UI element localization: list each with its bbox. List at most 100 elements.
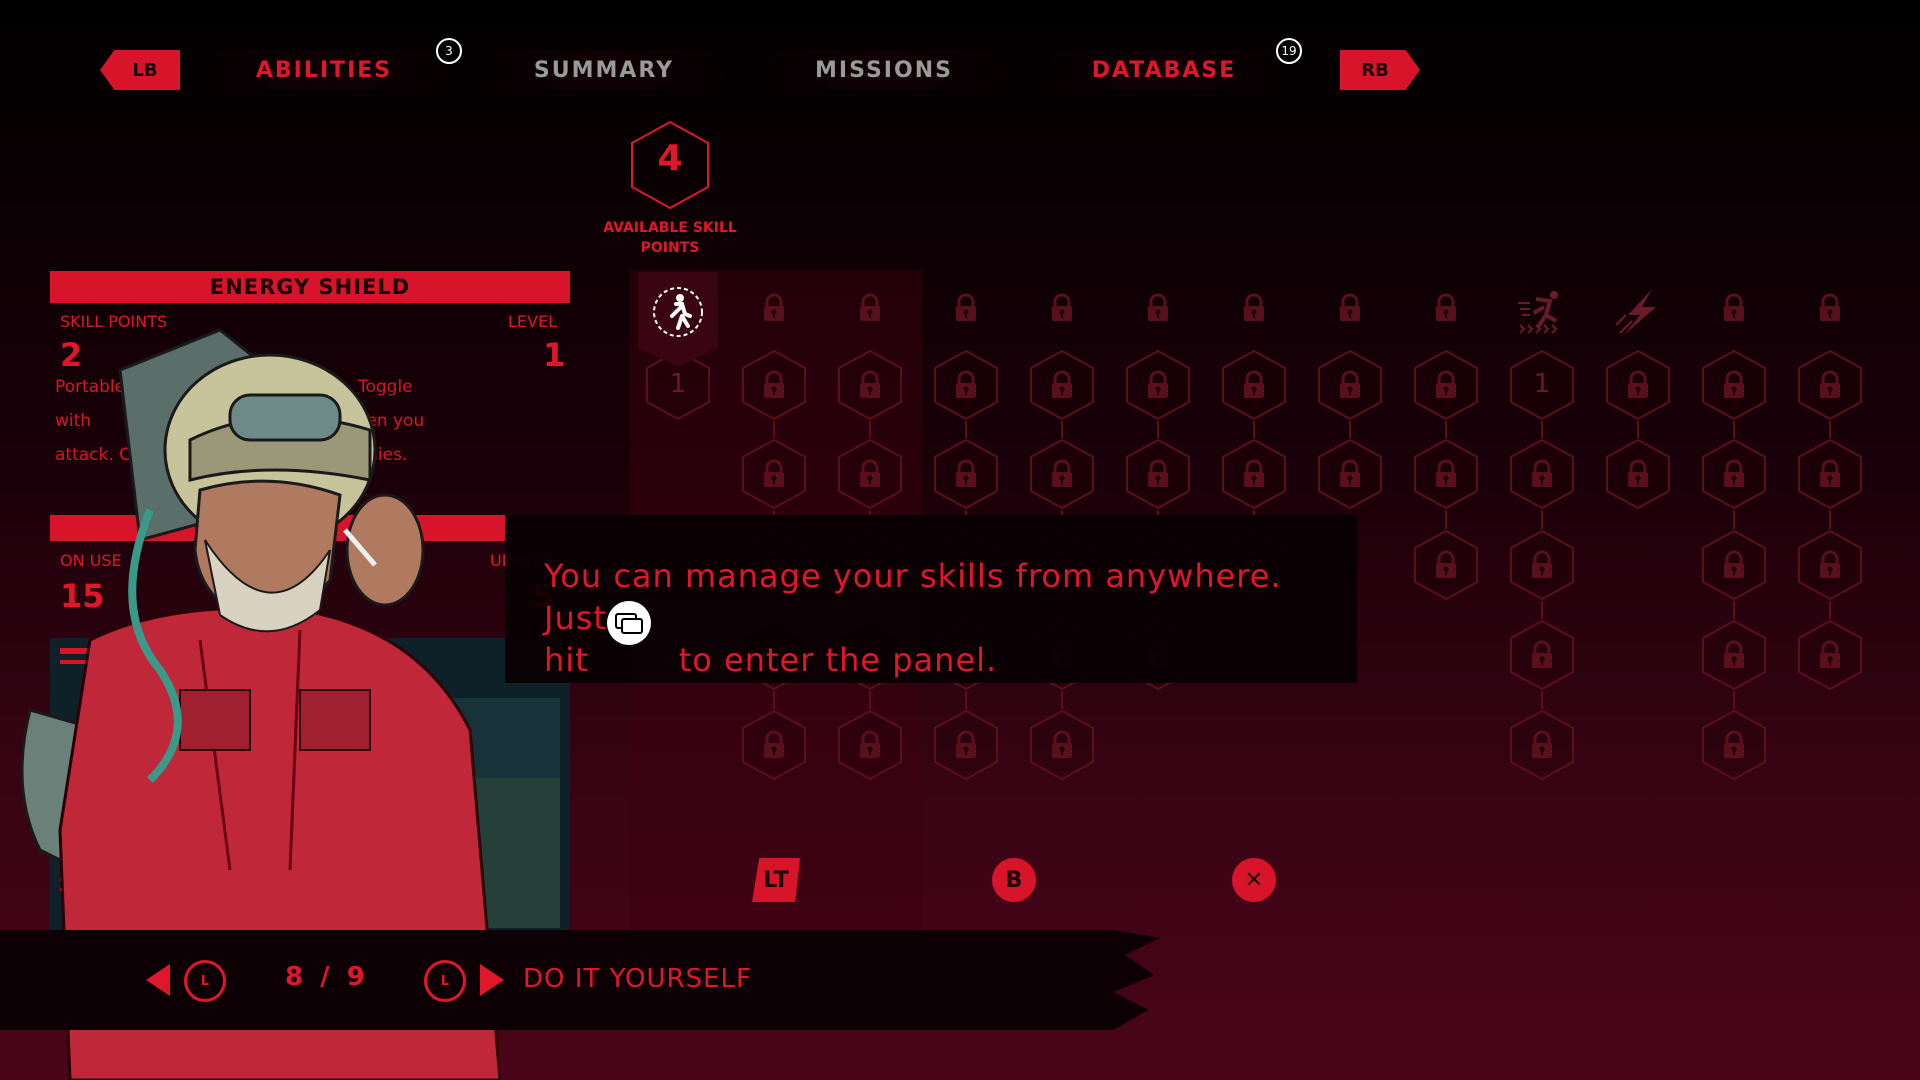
skill-connector [1733, 691, 1735, 709]
locked-skill-header-icon [1334, 292, 1366, 324]
skill-node[interactable] [741, 438, 807, 510]
x-button[interactable]: ✕ [1232, 858, 1276, 902]
skill-points-value: 4 [657, 138, 683, 179]
lock-icon [950, 369, 982, 401]
skill-node[interactable] [1413, 529, 1479, 601]
tooltip-text: You can manage your skills from anywhere… [544, 557, 1282, 679]
skill-node[interactable]: 1 [1509, 349, 1575, 421]
skill-node[interactable] [837, 709, 903, 781]
tab-abilities[interactable]: ABILITIES [194, 50, 454, 90]
skill-node[interactable] [837, 349, 903, 421]
skill-node[interactable] [741, 709, 807, 781]
lock-icon [1238, 369, 1270, 401]
skill-node[interactable] [1125, 349, 1191, 421]
skill-node[interactable] [1605, 349, 1671, 421]
lb-bumper-button[interactable]: LB [100, 50, 180, 90]
skill-node[interactable] [1029, 709, 1095, 781]
skill-node[interactable] [1509, 619, 1575, 691]
locked-skill-header-icon [1814, 292, 1846, 324]
lock-icon [1718, 729, 1750, 761]
locked-skill-header-icon [1718, 292, 1750, 324]
skill-node[interactable] [1701, 438, 1767, 510]
lock-icon [1526, 639, 1558, 671]
skill-node[interactable] [933, 349, 999, 421]
lock-icon [1814, 639, 1846, 671]
lock-icon [1334, 369, 1366, 401]
locked-skill-header-icon [950, 292, 982, 324]
skill-connector [1349, 421, 1351, 438]
lock-icon [1142, 458, 1174, 490]
level-value: 1 [543, 336, 566, 374]
lock-icon [1238, 458, 1270, 490]
skill-node[interactable] [1125, 438, 1191, 510]
selected-skill-header[interactable] [638, 272, 718, 367]
lock-icon [950, 458, 982, 490]
skill-points-label: AVAILABLE SKILL POINTS [603, 220, 737, 256]
database-badge: 19 [1276, 38, 1302, 64]
skill-connector [869, 691, 871, 709]
skill-node[interactable] [1413, 438, 1479, 510]
skill-connector [1253, 421, 1255, 438]
skill-node[interactable] [1701, 349, 1767, 421]
skill-node[interactable] [741, 349, 807, 421]
skill-node[interactable] [1509, 438, 1575, 510]
locked-skill-header-icon [758, 292, 790, 324]
skill-node[interactable] [1509, 709, 1575, 781]
skill-connector [1061, 691, 1063, 709]
tab-database[interactable]: DATABASE [1034, 50, 1294, 90]
lt-trigger-button[interactable]: LT [752, 858, 800, 902]
skill-connector [1733, 510, 1735, 529]
skill-connector [1829, 510, 1831, 529]
skill-connector [1157, 421, 1159, 438]
left-stick-icon-right: L [424, 960, 466, 1002]
tab-missions[interactable]: MISSIONS [754, 50, 1014, 90]
skill-node[interactable] [1029, 438, 1095, 510]
skill-node[interactable] [1797, 349, 1863, 421]
skill-connector [1541, 421, 1543, 438]
locked-skill-header-icon [1142, 292, 1174, 324]
lock-icon [1430, 549, 1462, 581]
lock-icon [854, 369, 886, 401]
skill-node[interactable] [933, 709, 999, 781]
skill-node[interactable] [1797, 619, 1863, 691]
skill-node[interactable] [1221, 438, 1287, 510]
abilities-badge: 3 [436, 38, 462, 64]
skill-node[interactable] [837, 438, 903, 510]
lock-icon [1046, 369, 1078, 401]
lock-icon [1526, 458, 1558, 490]
lock-icon [854, 458, 886, 490]
locked-skill-header-icon [854, 292, 886, 324]
skill-node-level: 1 [1533, 369, 1551, 399]
skill-node[interactable] [1413, 349, 1479, 421]
skill-connector [1637, 421, 1639, 438]
skill-node[interactable] [1029, 349, 1095, 421]
skill-node[interactable] [1701, 529, 1767, 601]
locked-skill-header-icon [1430, 292, 1462, 324]
skill-node[interactable] [1701, 709, 1767, 781]
lock-icon [1718, 639, 1750, 671]
skill-node[interactable] [1221, 349, 1287, 421]
skill-node[interactable] [1797, 529, 1863, 601]
skill-node[interactable] [1317, 438, 1383, 510]
skill-connector [1733, 421, 1735, 438]
lock-icon [1622, 369, 1654, 401]
next-character-arrow-icon[interactable] [480, 964, 504, 996]
skill-node[interactable] [1701, 619, 1767, 691]
lock-icon [1718, 458, 1750, 490]
prev-character-arrow-icon[interactable] [146, 964, 170, 996]
skill-node[interactable] [1317, 349, 1383, 421]
skill-connector [1829, 421, 1831, 438]
skill-node-level: 1 [669, 369, 687, 399]
lock-icon [1814, 369, 1846, 401]
b-button[interactable]: B [992, 858, 1036, 902]
lock-icon [1526, 729, 1558, 761]
rb-bumper-button[interactable]: RB [1340, 50, 1420, 90]
skill-node[interactable] [933, 438, 999, 510]
skill-node[interactable] [1509, 529, 1575, 601]
ability-title: ENERGY SHIELD [50, 271, 570, 303]
skill-node[interactable] [1797, 438, 1863, 510]
lock-icon [758, 458, 790, 490]
lock-icon [1046, 458, 1078, 490]
tab-summary[interactable]: SUMMARY [474, 50, 734, 90]
skill-node[interactable] [1605, 438, 1671, 510]
